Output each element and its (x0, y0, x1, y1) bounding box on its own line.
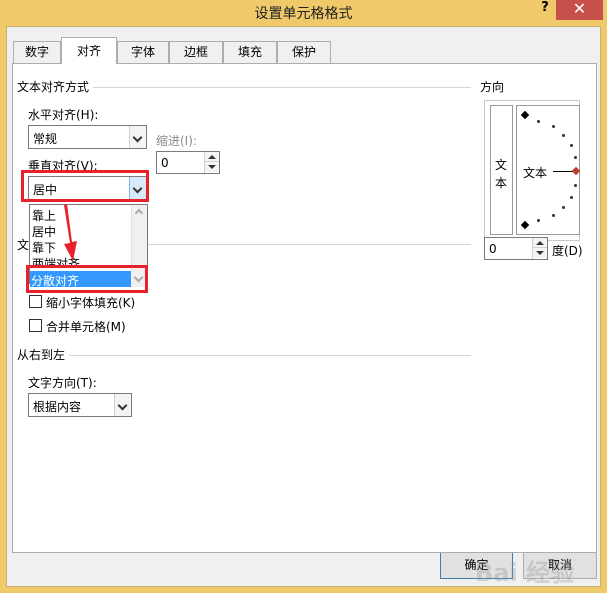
dropdown-option-distributed[interactable]: 分散对齐 (30, 271, 131, 288)
help-button[interactable]: ? (538, 0, 552, 18)
dial-marker (520, 110, 530, 120)
vertical-text-toggle[interactable]: 文 本 (490, 105, 513, 235)
tab-font[interactable]: 字体 (117, 41, 169, 63)
dropdown-option-top[interactable]: 靠上 (32, 207, 56, 224)
dial-dot (574, 184, 577, 187)
spin-up-icon[interactable] (205, 152, 219, 162)
text-alignment-group-label: 文本对齐方式 (17, 78, 94, 95)
dropdown-option-center[interactable]: 居中 (32, 223, 56, 240)
vertical-text-char: 文 (495, 158, 508, 172)
dial-needle (553, 171, 574, 172)
annotation-arrow-icon (64, 204, 77, 261)
dial-dot (552, 214, 555, 217)
indent-label: 缩进(I): (156, 134, 197, 148)
chevron-down-icon[interactable] (114, 394, 131, 416)
dial-text: 文本 (523, 166, 548, 180)
vertical-align-value: 居中 (33, 183, 58, 197)
dial-marker (520, 220, 530, 230)
chevron-down-icon[interactable] (129, 177, 146, 199)
spin-up-icon[interactable] (533, 238, 547, 248)
dial-dot (537, 120, 540, 123)
shrink-to-fit-label: 缩小字体填充(K) (46, 296, 136, 310)
orientation-group-label: 方向 (480, 78, 509, 95)
shrink-to-fit-checkbox[interactable] (29, 295, 42, 308)
vertical-align-label: 垂直对齐(V): (28, 159, 98, 173)
dial-dot (570, 144, 573, 147)
horizontal-align-value: 常规 (33, 132, 58, 146)
horizontal-align-select[interactable]: 常规 (28, 125, 147, 149)
close-button[interactable]: ✕ (556, 0, 603, 20)
horizontal-align-label: 水平对齐(H): (28, 108, 99, 122)
chevron-down-icon[interactable] (131, 271, 147, 287)
scroll-up-icon[interactable] (134, 208, 144, 218)
alignment-panel: 文本对齐方式 水平对齐(H): 常规 缩进(I): 0 垂直对齐(V): 居中 (12, 63, 597, 553)
degree-spin-buttons (532, 238, 547, 259)
dial-dot (570, 196, 573, 199)
text-direction-value: 根据内容 (33, 400, 82, 414)
text-direction-label: 文字方向(T): (28, 376, 97, 390)
dialog-client: 数字 对齐 字体 边框 填充 保护 文本对齐方式 水平对齐(H): 常规 缩进(… (6, 26, 601, 587)
dropdown-option-bottom[interactable]: 靠下 (32, 239, 56, 256)
dial-handle[interactable] (571, 166, 581, 176)
orientation-dial[interactable]: 文本 (516, 105, 581, 235)
degree-stepper[interactable]: 0 (484, 237, 548, 260)
vertical-text-char: 本 (495, 176, 508, 190)
spin-down-icon[interactable] (533, 248, 547, 258)
tab-fill[interactable]: 填充 (223, 41, 277, 63)
degree-value: 0 (489, 242, 497, 256)
degree-label: 度(D) (552, 244, 583, 258)
group-divider (17, 355, 471, 356)
dial-dot (562, 206, 565, 209)
tab-protection[interactable]: 保护 (277, 41, 331, 63)
chevron-down-icon[interactable] (129, 126, 146, 148)
watermark-logo: Bai 经验 (475, 559, 575, 587)
dial-dot (552, 125, 555, 128)
indent-spin-buttons (204, 152, 219, 173)
dropdown-option-distributed-label: 分散对齐 (31, 274, 80, 288)
tab-alignment[interactable]: 对齐 (61, 37, 117, 64)
vertical-align-select[interactable]: 居中 (28, 176, 147, 200)
dialog-title: 设置单元格格式 (254, 6, 353, 22)
spin-down-icon[interactable] (205, 162, 219, 172)
dial-dot (574, 156, 577, 159)
tab-number[interactable]: 数字 (13, 41, 61, 63)
format-cells-dialog: 设置单元格格式 ? ✕ 数字 对齐 字体 边框 填充 保护 文本对齐方式 水平对… (0, 0, 607, 593)
tab-border[interactable]: 边框 (169, 41, 223, 63)
dial-dot (562, 134, 565, 137)
title-bar[interactable]: 设置单元格格式 ? ✕ (0, 0, 607, 26)
indent-value: 0 (161, 156, 169, 170)
merge-cells-checkbox[interactable] (29, 319, 42, 332)
dial-dot (537, 219, 540, 222)
rtl-group-label: 从右到左 (17, 346, 70, 363)
merge-cells-label: 合并单元格(M) (46, 320, 126, 334)
text-direction-select[interactable]: 根据内容 (28, 393, 132, 417)
indent-stepper[interactable]: 0 (156, 151, 220, 174)
